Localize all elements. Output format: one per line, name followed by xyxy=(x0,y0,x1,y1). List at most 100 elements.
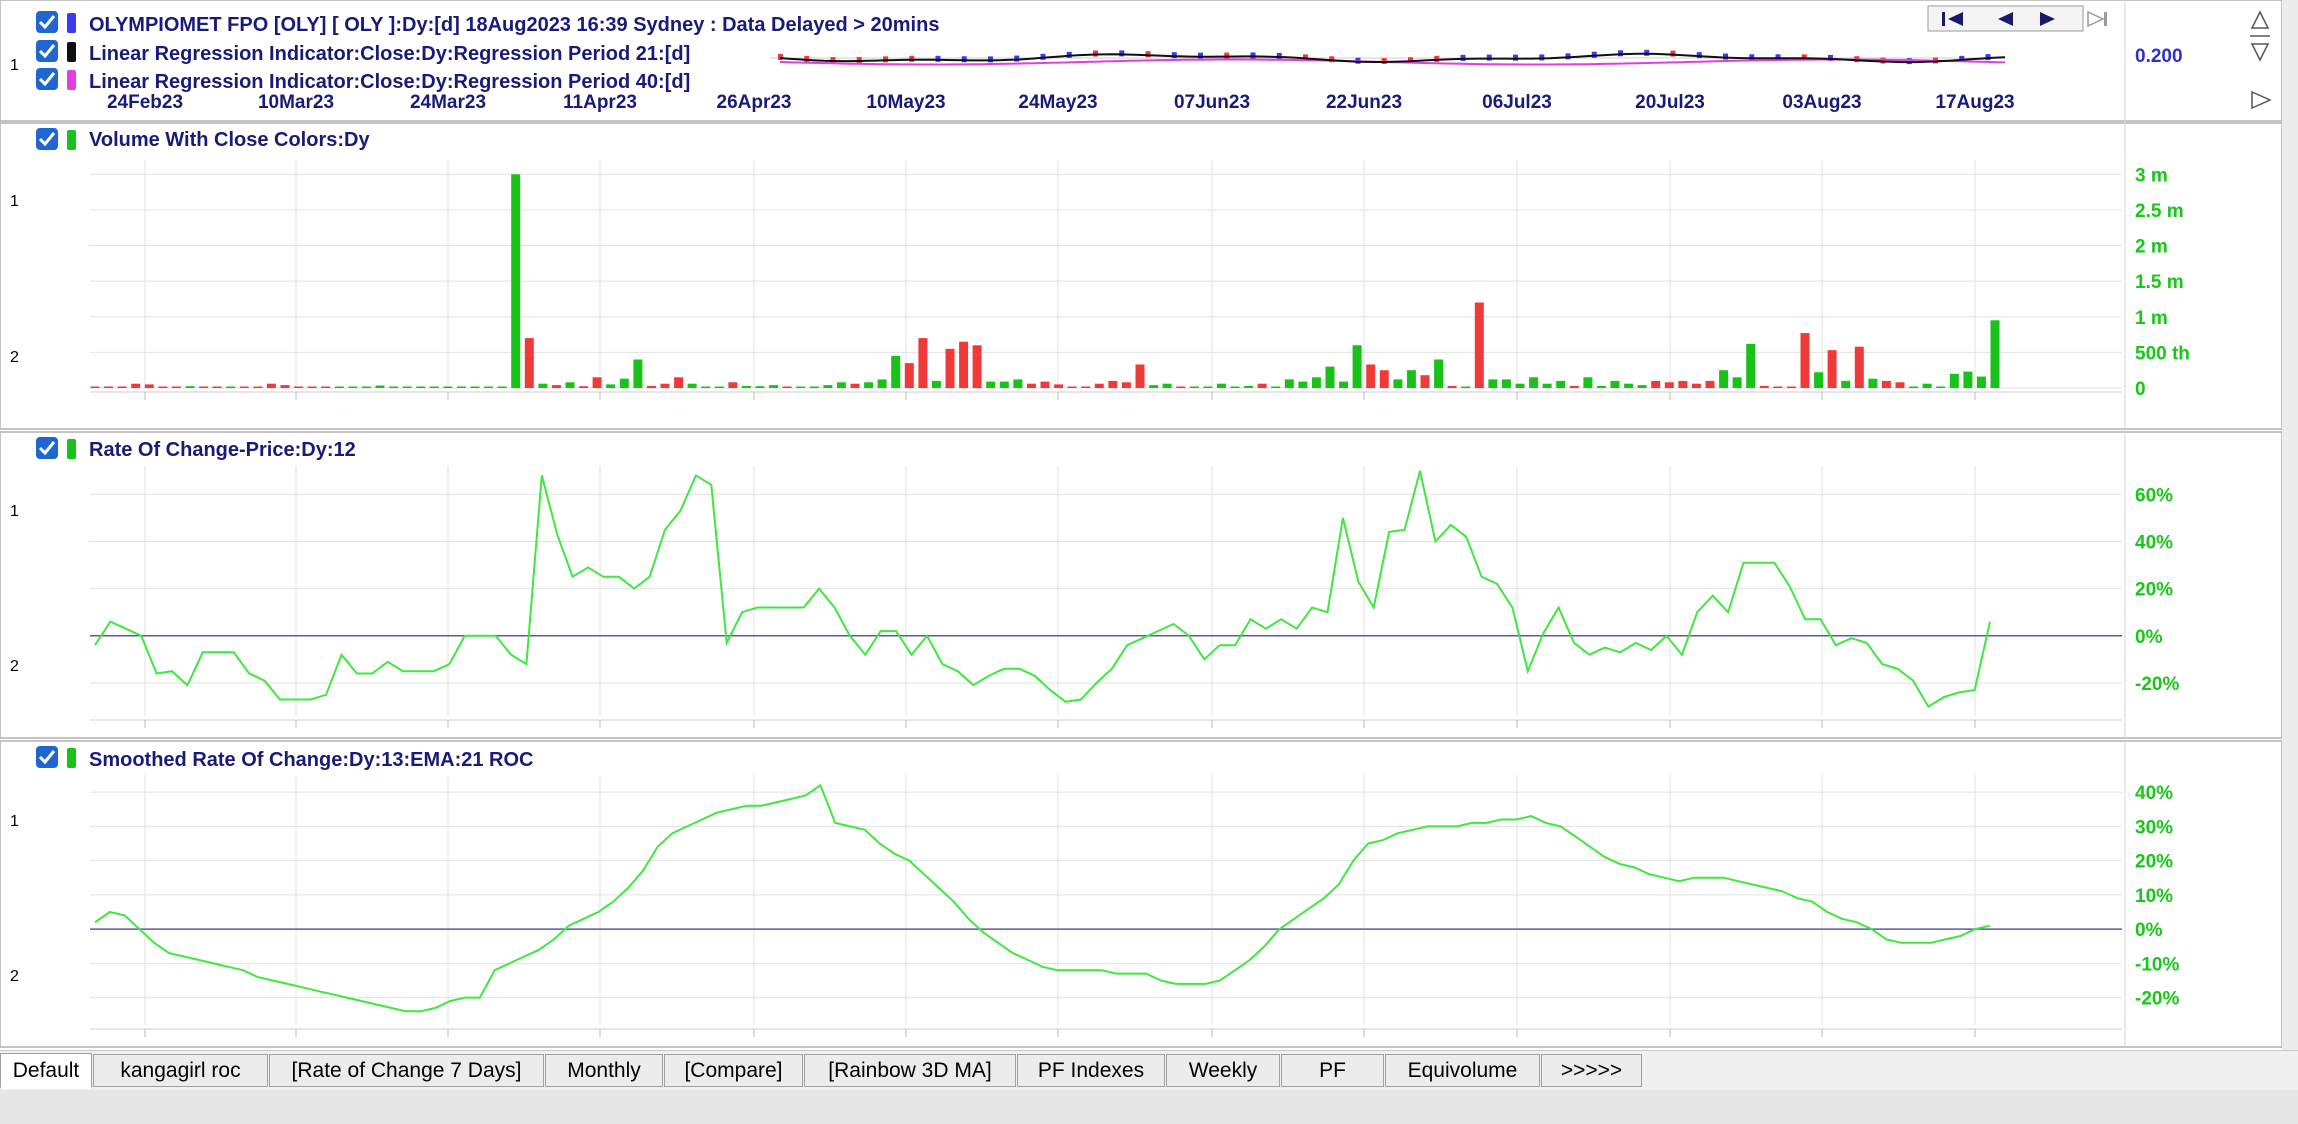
volume-bar xyxy=(823,385,833,388)
volume-bar xyxy=(1094,383,1104,388)
volume-bar xyxy=(104,386,114,388)
volume-y-tick-label: 0 xyxy=(2135,379,2146,400)
y-tick-label: 40% xyxy=(2135,783,2173,804)
volume-bar xyxy=(538,383,548,388)
volume-bar xyxy=(1067,386,1077,388)
volume-bar xyxy=(1434,359,1444,388)
volume-bar xyxy=(959,341,969,388)
tab-pf-indexes[interactable]: PF Indexes xyxy=(1017,1054,1165,1087)
volume-bar xyxy=(619,378,629,388)
volume-bar xyxy=(389,386,399,388)
volume-bar xyxy=(646,385,656,388)
tab-more[interactable]: >>>>> xyxy=(1541,1054,1642,1087)
volume-bar xyxy=(1026,383,1036,388)
volume-bar xyxy=(1936,386,1946,388)
volume-bar xyxy=(1583,377,1593,388)
volume-bar xyxy=(877,379,887,388)
sroc-checkbox[interactable] xyxy=(36,746,58,768)
volume-bar xyxy=(497,386,507,388)
roc-title: Rate Of Change-Price:Dy:12 xyxy=(89,439,356,461)
volume-bar xyxy=(796,386,806,388)
volume-bar xyxy=(1664,382,1674,388)
volume-bar xyxy=(1719,370,1729,388)
volume-bar xyxy=(144,384,154,388)
volume-bar xyxy=(1881,380,1891,388)
volume-bar xyxy=(1379,370,1389,388)
volume-bar xyxy=(171,386,181,388)
volume-bar xyxy=(470,386,480,388)
volume-y-tick-label: 2.5 m xyxy=(2135,201,2184,222)
volume-bar xyxy=(809,386,819,388)
indicator-1-checkbox[interactable] xyxy=(36,40,58,62)
volume-bar xyxy=(1773,386,1783,388)
tab-monthly[interactable]: Monthly xyxy=(545,1054,663,1087)
tab-equivolume[interactable]: Equivolume xyxy=(1385,1054,1540,1087)
volume-bar xyxy=(131,383,141,388)
mini-price-bar xyxy=(1486,54,1492,61)
volume-bar xyxy=(1474,302,1484,388)
green-square-icon xyxy=(67,748,76,768)
volume-bar xyxy=(1203,386,1213,388)
volume-bar xyxy=(1244,385,1254,388)
chart-window: 1 OLYMPIOMET FPO [OLY] [ OLY ]:Dy:[d] 18… xyxy=(0,0,2298,1124)
date-tick-label: 22Jun23 xyxy=(1326,92,1402,113)
volume-checkbox[interactable] xyxy=(36,128,58,150)
volume-bar xyxy=(1990,320,2000,388)
volume-bar xyxy=(1406,370,1416,388)
volume-bar xyxy=(565,382,575,388)
roc-checkbox[interactable] xyxy=(36,437,58,459)
volume-bar xyxy=(484,386,494,388)
volume-bar xyxy=(185,386,195,388)
volume-bar xyxy=(334,386,344,388)
volume-bar xyxy=(904,363,914,388)
tab-compare[interactable]: [Compare] xyxy=(664,1054,803,1087)
tab-default[interactable]: Default xyxy=(0,1053,92,1089)
y-tick-label: 40% xyxy=(2135,532,2173,553)
date-tick-label: 03Aug23 xyxy=(1782,92,1861,113)
volume-title: Volume With Close Colors:Dy xyxy=(89,129,370,151)
volume-bar xyxy=(1230,386,1240,388)
date-tick-label: 20Jul23 xyxy=(1635,92,1705,113)
volume-bar xyxy=(212,386,222,388)
tab-weekly[interactable]: Weekly xyxy=(1166,1054,1280,1087)
volume-bar xyxy=(714,386,724,388)
y-tick-label: -20% xyxy=(2135,989,2179,1010)
volume-bar xyxy=(402,386,412,388)
volume-bar xyxy=(1298,381,1308,388)
volume-bar xyxy=(1827,350,1837,388)
title-checkbox[interactable] xyxy=(36,11,58,33)
volume-bar xyxy=(891,355,901,388)
volume-bar xyxy=(280,385,290,388)
tab-rate-of-change-7-days[interactable]: [Rate of Change 7 Days] xyxy=(269,1054,544,1087)
indicator-2-label: Linear Regression Indicator:Close:Dy:Reg… xyxy=(89,71,690,93)
mini-price-bar xyxy=(1198,52,1203,59)
volume-bar xyxy=(1271,386,1281,388)
volume-bar xyxy=(443,386,453,388)
volume-bar xyxy=(1311,377,1321,388)
volume-bar xyxy=(1854,346,1864,388)
roc-row-label-1: 1 xyxy=(10,503,19,520)
volume-bar xyxy=(361,386,371,388)
volume-bar xyxy=(1841,380,1851,388)
volume-bar xyxy=(1895,382,1905,388)
volume-bar xyxy=(1637,385,1647,388)
volume-bar xyxy=(1216,383,1226,388)
volume-y-tick-label: 1.5 m xyxy=(2135,272,2184,293)
volume-bar xyxy=(986,381,996,388)
price-axis-label: 0.200 xyxy=(2135,46,2183,67)
tab-rainbow-3d-ma[interactable]: [Rainbow 3D MA] xyxy=(804,1054,1016,1087)
volume-bar xyxy=(931,380,941,388)
tab-kangagirl-roc[interactable]: kangagirl roc xyxy=(93,1054,268,1087)
y-tick-label: 20% xyxy=(2135,580,2173,601)
volume-bar xyxy=(1135,364,1145,388)
volume-bar xyxy=(1366,364,1376,388)
volume-bar xyxy=(1868,378,1878,388)
volume-bar xyxy=(1542,383,1552,388)
tab-pf[interactable]: PF xyxy=(1281,1054,1384,1087)
volume-bar xyxy=(1556,380,1566,388)
volume-bar xyxy=(1013,379,1023,388)
black-square-icon xyxy=(67,42,76,62)
indicator-2-checkbox[interactable] xyxy=(36,68,58,90)
volume-bar xyxy=(1691,383,1701,388)
date-tick-label: 17Aug23 xyxy=(1935,92,2014,113)
